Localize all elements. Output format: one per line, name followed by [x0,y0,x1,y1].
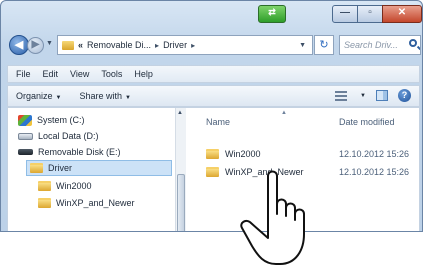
folder-icon [38,198,51,208]
command-bar: Organize ▼ Share with ▼ ▼ ? [7,85,420,107]
nav-item-driver[interactable]: Driver [26,160,172,176]
help-icon[interactable]: ? [398,89,411,102]
column-header-name[interactable]: Name [206,117,230,127]
folder-icon [38,181,51,191]
close-button[interactable]: ✕ [382,5,422,23]
back-button[interactable]: ◀ [9,35,29,55]
refresh-icon: ↻ [319,39,329,51]
drive-icon [18,132,33,140]
menu-bar: File Edit View Tools Help [7,65,420,83]
nav-item-removable-disk[interactable]: Removable Disk (E:) [18,144,121,160]
scroll-up-icon[interactable]: ▲ [177,110,183,116]
explorer-window: ⇄ — ▫ ✕ ◀ ▶ ▼ « Removable Di... ▸ Driver… [0,0,423,232]
folder-icon [30,163,43,173]
chevron-down-icon: ▼ [125,95,131,101]
organize-label: Organize [16,91,53,101]
folder-icon [62,40,74,50]
folder-icon [206,149,219,159]
sort-ascending-icon: ▲ [281,110,287,116]
nav-item-local-data[interactable]: Local Data (D:) [18,128,99,144]
share-with-button[interactable]: Share with ▼ [79,91,130,101]
system-drive-icon [18,114,32,126]
nav-item-winxp[interactable]: WinXP_and_Newer [38,195,135,211]
folder-icon [206,167,219,177]
menu-help[interactable]: Help [134,69,153,79]
nav-item-system[interactable]: System (C:) [18,112,85,128]
breadcrumb-overflow[interactable]: « [78,40,83,50]
content-area: System (C:) Local Data (D:) Removable Di… [7,107,420,231]
maximize-button[interactable]: ▫ [357,5,383,23]
breadcrumb-driver[interactable]: Driver [163,40,187,50]
menu-tools[interactable]: Tools [101,69,122,79]
refresh-button[interactable]: ↻ [314,35,334,55]
file-date: 12.10.2012 15:26 [339,167,410,177]
menu-view[interactable]: View [70,69,89,79]
nav-scrollbar[interactable]: ▲ [175,108,186,231]
file-name: Win2000 [225,149,261,159]
maximize-icon: ▫ [368,7,372,18]
nav-item-label: Driver [48,163,72,173]
breadcrumb-separator-icon[interactable]: ▸ [191,41,195,50]
menu-edit[interactable]: Edit [43,69,59,79]
search-icon[interactable] [409,39,417,47]
search-placeholder: Search Driv... [344,40,398,50]
preview-pane-icon[interactable] [376,90,388,101]
file-date: 12.10.2012 15:26 [339,149,410,159]
change-view-icon[interactable] [335,90,348,101]
nav-item-win2000[interactable]: Win2000 [38,178,92,194]
organize-button[interactable]: Organize ▼ [16,91,61,101]
nav-item-label: Win2000 [56,181,92,191]
column-header-date[interactable]: Date modified [339,117,395,127]
usb-drive-icon [18,149,33,155]
hand-pointer-icon [240,170,305,265]
breadcrumb-removable-disk[interactable]: Removable Di... [87,40,151,50]
back-arrow-icon: ◀ [14,39,24,51]
nav-item-label: Removable Disk (E:) [38,147,121,157]
chevron-down-icon: ▼ [55,95,62,101]
breadcrumb-separator-icon[interactable]: ▸ [155,41,159,50]
view-controls: ▼ ? [335,89,411,102]
view-dropdown-icon[interactable]: ▼ [360,93,366,99]
search-input[interactable]: Search Driv... [339,35,421,55]
forward-button[interactable]: ▶ [27,37,44,54]
scrollbar-thumb[interactable] [177,174,185,231]
switch-icon: ⇄ [268,7,276,17]
nav-item-label: Local Data (D:) [38,131,99,141]
recent-pages-dropdown-icon[interactable]: ▼ [46,40,53,47]
share-with-label: Share with [79,91,123,101]
switch-window-button[interactable]: ⇄ [258,5,286,23]
file-row-win2000[interactable]: Win2000 12.10.2012 15:26 [206,146,416,162]
forward-arrow-icon: ▶ [31,39,40,50]
address-bar[interactable]: « Removable Di... ▸ Driver ▸ ▼ [57,35,313,55]
close-icon: ✕ [397,7,407,18]
navigation-pane: System (C:) Local Data (D:) Removable Di… [8,108,186,231]
nav-item-label: WinXP_and_Newer [56,198,135,208]
nav-item-label: System (C:) [37,115,85,125]
minimize-button[interactable]: — [332,5,358,23]
menu-file[interactable]: File [16,69,31,79]
minimize-icon: — [340,7,350,18]
address-dropdown-icon[interactable]: ▼ [299,42,306,49]
